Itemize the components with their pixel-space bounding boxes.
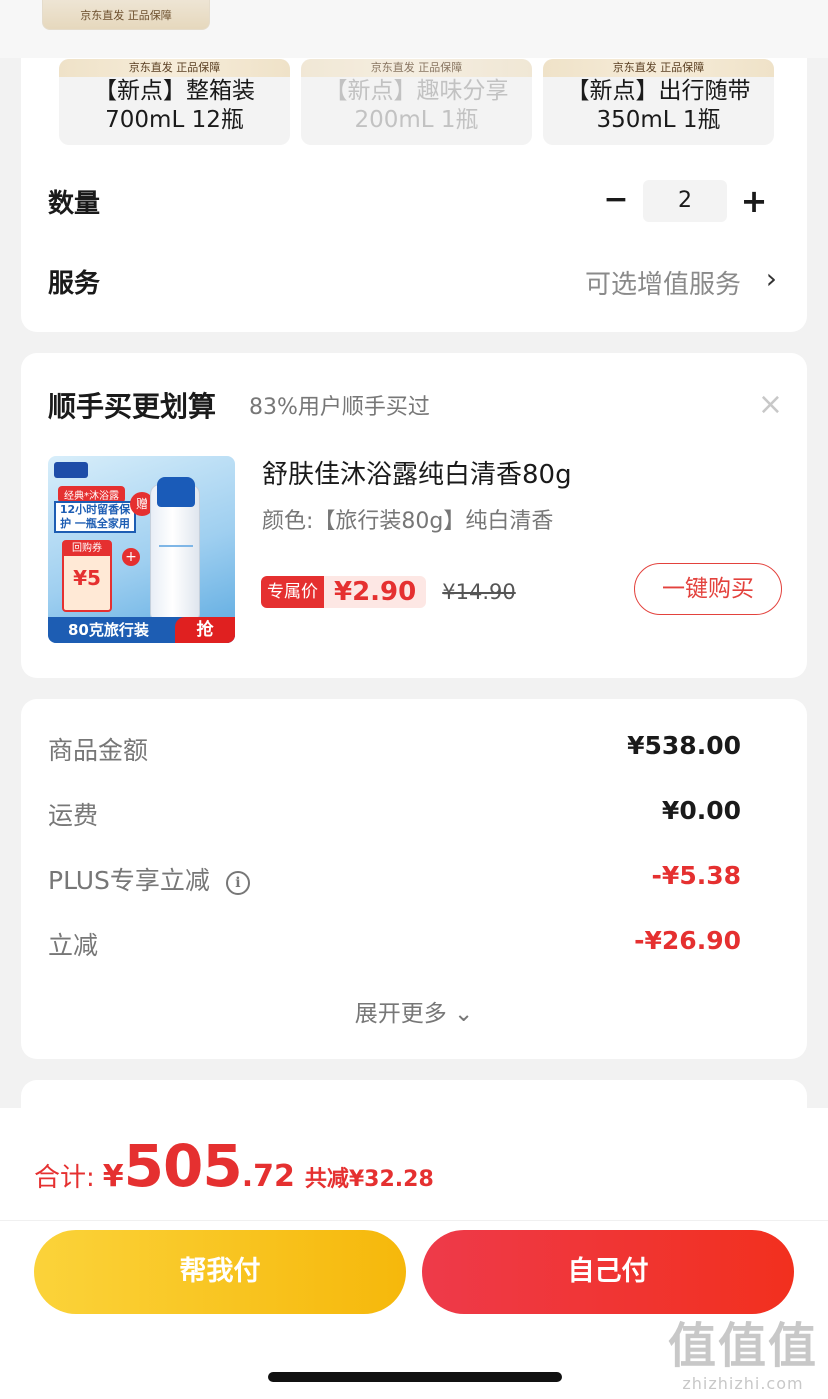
variant-badge: 京东直发 正品保障 xyxy=(543,59,774,77)
home-indicator[interactable] xyxy=(268,1372,562,1382)
variant-badge: 京东直发 正品保障 xyxy=(301,59,532,77)
variant-option-3[interactable]: 京东直发 正品保障 【新点】出行随带 350mL 1瓶 xyxy=(543,59,774,145)
variant-option-1[interactable]: 京东直发 正品保障 【新点】整箱装 700mL 12瓶 xyxy=(59,59,290,145)
variant-size: 700mL 12瓶 xyxy=(105,107,244,133)
expand-more-button[interactable]: 展开更多 ⌄ xyxy=(21,994,807,1028)
summary-row: 商品金额 ¥538.00 xyxy=(48,731,741,767)
top-strip: 京东直发 正品保障 xyxy=(0,0,828,58)
checkout-bar: 合计: ¥ 505 .72 共减¥32.28 帮我付 自己付 值值值 zhizh… xyxy=(0,1108,828,1399)
summary-value: -¥26.90 xyxy=(634,926,741,955)
variant-size: 200mL 1瓶 xyxy=(354,107,479,133)
addon-original-price: ¥14.90 xyxy=(442,580,516,604)
addon-card: 顺手买更划算 83%用户顺手买过 × 经典*沐浴露 12小时留香保护 一瓶全家用… xyxy=(21,353,807,678)
addon-product-variant: 颜色:【旅行装80g】纯白清香 xyxy=(262,509,554,534)
addon-subtitle: 83%用户顺手买过 xyxy=(249,395,430,420)
close-icon[interactable]: × xyxy=(758,387,783,422)
addon-price: ¥2.90 xyxy=(324,576,427,608)
summary-row: 运费 ¥0.00 xyxy=(48,796,741,832)
total-decimal: .72 xyxy=(241,1159,295,1194)
summary-label: 商品金额 xyxy=(48,736,149,765)
service-label: 服务 xyxy=(48,269,101,299)
plus-icon: + xyxy=(122,548,140,566)
image-poster-text: 12小时留香保护 一瓶全家用 xyxy=(54,501,136,533)
quantity-input[interactable]: 2 xyxy=(643,180,727,222)
one-click-buy-button[interactable]: 一键购买 xyxy=(634,563,782,615)
addon-title: 顺手买更划算 xyxy=(48,390,217,423)
order-total: 合计: ¥ 505 .72 共减¥32.28 xyxy=(34,1132,434,1200)
bottle-cap xyxy=(157,477,195,507)
addon-product-image[interactable]: 经典*沐浴露 12小时留香保护 一瓶全家用 赠 回购券 ¥5 + 80克旅行装 … xyxy=(48,456,235,643)
total-label: 合计: xyxy=(34,1163,95,1193)
summary-label-wrap: PLUS专享立减 i xyxy=(48,861,250,897)
summary-value: ¥538.00 xyxy=(627,731,741,760)
thumbnail-badge: 京东直发 正品保障 xyxy=(80,9,172,22)
divider xyxy=(0,1220,828,1221)
coupon-value: ¥5 xyxy=(73,566,101,590)
watermark-url: zhizhizhi.com xyxy=(682,1374,804,1393)
summary-row: PLUS专享立减 i -¥5.38 xyxy=(48,861,741,897)
quantity-minus-button[interactable]: − xyxy=(601,182,631,218)
summary-row: 立减 -¥26.90 xyxy=(48,926,741,962)
quantity-label: 数量 xyxy=(48,189,101,219)
quantity-plus-button[interactable]: + xyxy=(739,180,769,222)
variant-size: 350mL 1瓶 xyxy=(596,107,721,133)
grab-badge: 抢 xyxy=(175,617,235,643)
chevron-right-icon[interactable]: › xyxy=(766,262,777,295)
variant-title: 【新点】整箱装 xyxy=(94,78,255,104)
exclusive-price-tag: 专属价 xyxy=(261,576,324,608)
coupon-title: 回购券 xyxy=(64,542,110,556)
variant-option-2[interactable]: 京东直发 正品保障 【新点】趣味分享 200mL 1瓶 xyxy=(301,59,532,145)
summary-label: 运费 xyxy=(48,801,99,830)
help-pay-button[interactable]: 帮我付 xyxy=(34,1230,406,1314)
summary-label: 立减 xyxy=(48,931,99,960)
bottle-label xyxy=(159,545,193,585)
coupon-graphic: 回购券 ¥5 xyxy=(62,540,112,612)
service-selector[interactable]: 可选增值服务 xyxy=(585,264,741,301)
brand-logo xyxy=(54,462,88,478)
product-thumbnail[interactable]: 京东直发 正品保障 xyxy=(42,0,210,30)
addon-product-name[interactable]: 舒肤佳沐浴露纯白清香80g xyxy=(262,454,572,491)
watermark: 值值值 zhizhizhi.com xyxy=(668,1318,818,1393)
currency-symbol: ¥ xyxy=(102,1159,124,1194)
self-pay-button[interactable]: 自己付 xyxy=(422,1230,794,1314)
summary-value: ¥0.00 xyxy=(661,796,741,825)
variant-title: 【新点】趣味分享 xyxy=(324,78,509,104)
info-icon[interactable]: i xyxy=(225,871,250,895)
bottle-graphic xyxy=(150,477,200,620)
total-saved: 共减¥32.28 xyxy=(304,1167,434,1192)
price-summary-card: 商品金额 ¥538.00 运费 ¥0.00 PLUS专享立减 i -¥5.38 立… xyxy=(21,699,807,1059)
addon-price-block: 专属价 ¥2.90 ¥14.90 xyxy=(261,576,516,608)
watermark-logo: 值值值 xyxy=(667,1318,818,1374)
summary-label: PLUS专享立减 xyxy=(48,866,210,895)
variant-badge: 京东直发 正品保障 xyxy=(59,59,290,77)
variant-title: 【新点】出行随带 xyxy=(566,78,751,104)
summary-value: -¥5.38 xyxy=(651,861,741,890)
total-integer: 505 xyxy=(123,1132,243,1200)
spec-card: 京东直发 正品保障 【新点】整箱装 700mL 12瓶 京东直发 正品保障 【新… xyxy=(21,30,807,332)
